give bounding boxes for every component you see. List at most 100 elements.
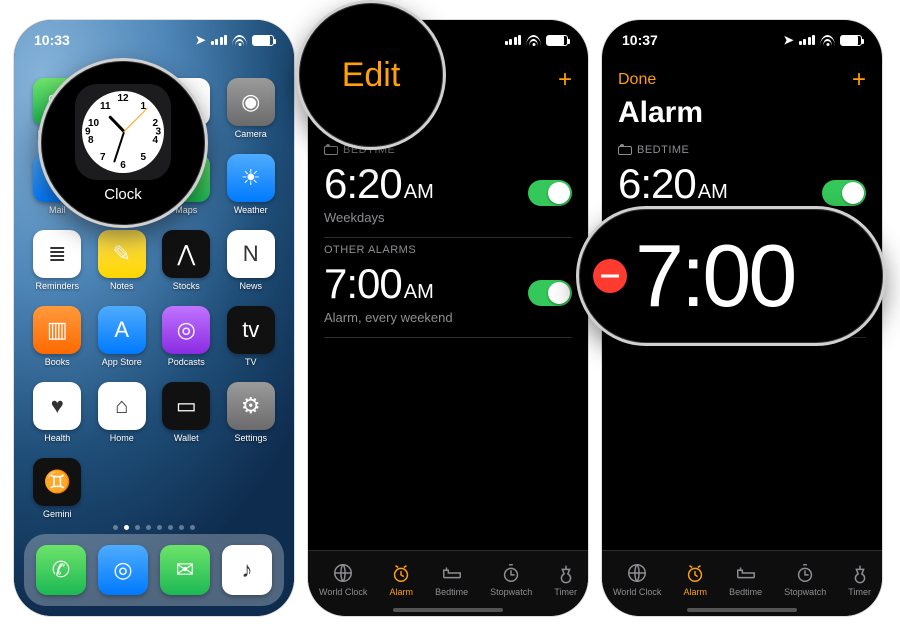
app-settings[interactable]: ⚙ Settings <box>222 382 281 452</box>
section-bedtime-label: BEDTIME <box>618 144 689 156</box>
tab-bar: World Clock Alarm Bedtime Stopwatch Timer <box>602 550 882 616</box>
app-label: Mail <box>49 205 66 215</box>
tab-timer[interactable]: Timer <box>848 562 871 597</box>
app-icon: ◎ <box>162 306 210 354</box>
app-icon: A <box>98 306 146 354</box>
app-notes[interactable]: ✎ Notes <box>93 230 152 300</box>
tab-bedtime[interactable]: Bedtime <box>729 562 762 597</box>
bedtime-alarm-row[interactable]: 6:20AM Weekdays <box>324 160 572 238</box>
app-icon: ♥ <box>33 382 81 430</box>
app-label: Settings <box>234 433 267 443</box>
app-gemini[interactable]: ♊ Gemini <box>28 458 87 528</box>
app-stocks[interactable]: ⋀ Stocks <box>157 230 216 300</box>
app-tv[interactable]: tv TV <box>222 306 281 376</box>
app-label: Books <box>45 357 70 367</box>
app-icon: ≣ <box>33 230 81 278</box>
tab-bedtime[interactable]: Bedtime <box>435 562 468 597</box>
app-label: Home <box>110 433 134 443</box>
cell-signal-icon <box>799 35 816 45</box>
battery-icon <box>840 35 862 46</box>
app-icon: ✎ <box>98 230 146 278</box>
delete-alarm-button[interactable] <box>593 259 627 293</box>
app-news[interactable]: NNews <box>222 230 281 300</box>
app-label: Camera <box>235 129 267 139</box>
dock-app-safari[interactable]: ◎ <box>98 545 148 595</box>
app-icon: ⋀ <box>162 230 210 278</box>
callout-clock-app: 12 1 2 3 4 5 6 7 8 9 10 11 Clock <box>38 58 208 228</box>
dock-app-messages[interactable]: ✉ <box>160 545 210 595</box>
app-home[interactable]: ⌂ Home <box>93 382 152 452</box>
app-icon: ▥ <box>33 306 81 354</box>
app-label: Weather <box>234 205 268 215</box>
status-time: 10:37 <box>622 32 658 48</box>
app-reminders[interactable]: ≣ Reminders <box>28 230 87 300</box>
app-camera[interactable]: ◉ Camera <box>222 78 281 148</box>
location-icon: ➤ <box>783 33 793 47</box>
add-alarm-button[interactable]: + <box>852 66 866 94</box>
clock-app-label: Clock <box>104 186 142 203</box>
second-hand <box>123 107 148 132</box>
app-label: Reminders <box>35 281 79 291</box>
app-wallet[interactable]: ▭ Wallet <box>157 382 216 452</box>
cell-signal-icon <box>211 35 228 45</box>
callout-edit-button: Edit <box>296 0 446 150</box>
app-weather[interactable]: ☀ Weather <box>222 154 281 224</box>
home-indicator[interactable] <box>687 608 797 612</box>
wifi-icon <box>526 35 541 46</box>
dock-app-music[interactable]: ♪ <box>222 545 272 595</box>
dock: ✆◎✉♪ <box>24 534 284 606</box>
other-alarm-row[interactable]: 7:00AM Alarm, every weekend <box>324 260 572 338</box>
callout-delete-alarm: 7:00 <box>576 206 886 346</box>
app-health[interactable]: ♥Health <box>28 382 87 452</box>
app-icon: ⚙ <box>227 382 275 430</box>
app-icon: ◉ <box>227 78 275 126</box>
add-alarm-button[interactable]: + <box>558 66 572 94</box>
done-button[interactable]: Done <box>618 71 656 89</box>
bedtime-toggle[interactable] <box>528 180 572 206</box>
bed-icon <box>618 146 632 155</box>
tab-bar: World Clock Alarm Bedtime Stopwatch Timer <box>308 550 588 616</box>
app-label: Stocks <box>173 281 200 291</box>
battery-icon <box>546 35 568 46</box>
app-label: Gemini <box>43 509 72 519</box>
app-label: TV <box>245 357 257 367</box>
app-icon: N <box>227 230 275 278</box>
app-icon: ⌂ <box>98 382 146 430</box>
app-icon: ☀ <box>227 154 275 202</box>
tab-timer[interactable]: Timer <box>554 562 577 597</box>
status-bar: 10:33 ➤ <box>14 20 294 60</box>
tab-stopwatch[interactable]: Stopwatch <box>490 562 532 597</box>
bed-icon <box>324 146 338 155</box>
location-icon: ➤ <box>195 33 205 47</box>
tab-alarm[interactable]: Alarm <box>389 562 413 597</box>
tab-world-clock[interactable]: World Clock <box>319 562 367 597</box>
dock-app-phone[interactable]: ✆ <box>36 545 86 595</box>
clock-face-icon: 12 1 2 3 4 5 6 7 8 9 10 11 <box>82 91 164 173</box>
page-title: Alarm <box>618 96 703 130</box>
edit-label[interactable]: Edit <box>342 56 401 95</box>
app-app-store[interactable]: A App Store <box>93 306 152 376</box>
wifi-icon <box>232 35 247 46</box>
alarm-time-large: 7:00 <box>635 232 794 320</box>
app-icon: ♊ <box>33 458 81 506</box>
page-indicator[interactable] <box>14 525 294 530</box>
app-label: App Store <box>102 357 142 367</box>
status-time: 10:33 <box>34 32 70 48</box>
clock-app-icon[interactable]: 12 1 2 3 4 5 6 7 8 9 10 11 <box>75 84 171 180</box>
app-icon: tv <box>227 306 275 354</box>
bedtime-toggle[interactable] <box>822 180 866 206</box>
battery-icon <box>252 35 274 46</box>
app-label: Notes <box>110 281 134 291</box>
tab-world-clock[interactable]: World Clock <box>613 562 661 597</box>
app-label: Wallet <box>174 433 199 443</box>
other-alarm-toggle[interactable] <box>528 280 572 306</box>
tab-stopwatch[interactable]: Stopwatch <box>784 562 826 597</box>
app-books[interactable]: ▥ Books <box>28 306 87 376</box>
app-podcasts[interactable]: ◎ Podcasts <box>157 306 216 376</box>
cell-signal-icon <box>505 35 522 45</box>
home-indicator[interactable] <box>393 608 503 612</box>
tab-alarm[interactable]: Alarm <box>683 562 707 597</box>
app-icon: ▭ <box>162 382 210 430</box>
app-label: Podcasts <box>168 357 205 367</box>
wifi-icon <box>820 35 835 46</box>
